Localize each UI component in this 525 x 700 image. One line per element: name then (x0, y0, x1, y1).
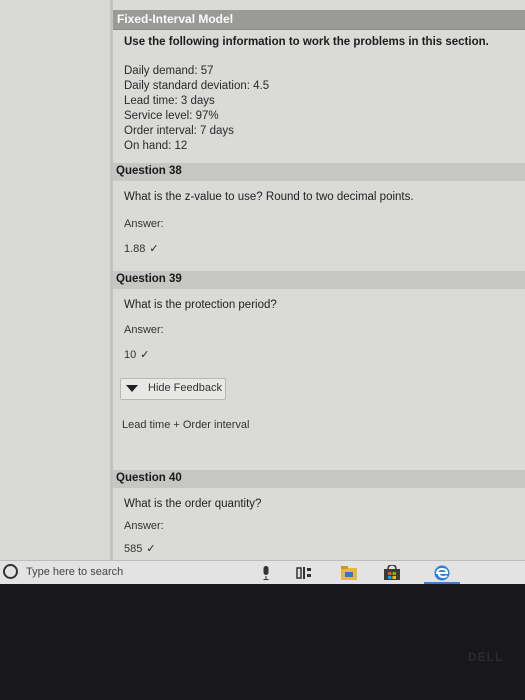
check-icon: ✓ (140, 349, 150, 361)
taskbar-search-input[interactable]: Type here to search (26, 566, 123, 578)
device-logo: DELL (468, 650, 504, 664)
question-40-answer: 585 ✓ (124, 542, 156, 555)
question-40-title: Question 40 (116, 472, 182, 484)
info-order-interval: Order interval: 7 days (124, 125, 234, 137)
info-daily-demand: Daily demand: 57 (124, 65, 214, 77)
left-margin (0, 0, 112, 560)
info-lead-time: Lead time: 3 days (124, 95, 215, 107)
question-38-answer-label: Answer: (124, 218, 164, 230)
info-service-level: Service level: 97% (124, 110, 219, 122)
question-39-answer-value: 10 (124, 349, 137, 361)
question-39-answer-label: Answer: (124, 324, 164, 336)
instructions: Use the following information to work th… (124, 36, 489, 48)
file-explorer-icon[interactable] (340, 565, 358, 581)
section-title: Fixed-Interval Model (117, 12, 234, 26)
info-list: Daily demand: 57 Daily standard deviatio… (124, 64, 269, 154)
hide-feedback-label: Hide Feedback (148, 382, 222, 394)
question-38-answer: 1.88 ✓ (124, 242, 159, 255)
question-40-answer-value: 585 (124, 543, 143, 555)
question-39-text: What is the protection period? (124, 299, 277, 311)
task-view-icon[interactable] (296, 565, 312, 581)
feedback-text: Lead time + Order interval (122, 419, 250, 431)
hide-feedback-button[interactable]: Hide Feedback (120, 378, 226, 400)
triangle-down-icon (126, 385, 138, 392)
check-icon: ✓ (149, 243, 159, 255)
question-39-answer: 10 ✓ (124, 348, 149, 361)
section-titlebar: Fixed-Interval Model (113, 10, 525, 30)
check-icon: ✓ (146, 543, 156, 555)
microphone-icon[interactable] (262, 565, 270, 581)
monitor-bezel (0, 584, 525, 700)
question-39-title: Question 39 (116, 273, 182, 285)
info-on-hand: On hand: 12 (124, 140, 188, 152)
question-40-header: Question 40 (113, 470, 525, 488)
question-39-header: Question 39 (113, 271, 525, 289)
question-40-answer-label: Answer: (124, 520, 164, 532)
question-38-title: Question 38 (116, 165, 182, 177)
edge-icon[interactable] (424, 565, 460, 581)
store-icon[interactable] (383, 565, 401, 581)
screen: Fixed-Interval Model Use the following i… (0, 0, 525, 578)
info-daily-std-dev: Daily standard deviation: 4.5 (124, 80, 270, 92)
cortana-icon[interactable] (3, 564, 18, 579)
question-38-header: Question 38 (113, 163, 525, 181)
taskbar: Type here to search (0, 560, 525, 585)
question-40-text: What is the order quantity? (124, 498, 262, 510)
question-38-text: What is the z-value to use? Round to two… (124, 191, 414, 203)
question-38-answer-value: 1.88 (124, 243, 146, 255)
